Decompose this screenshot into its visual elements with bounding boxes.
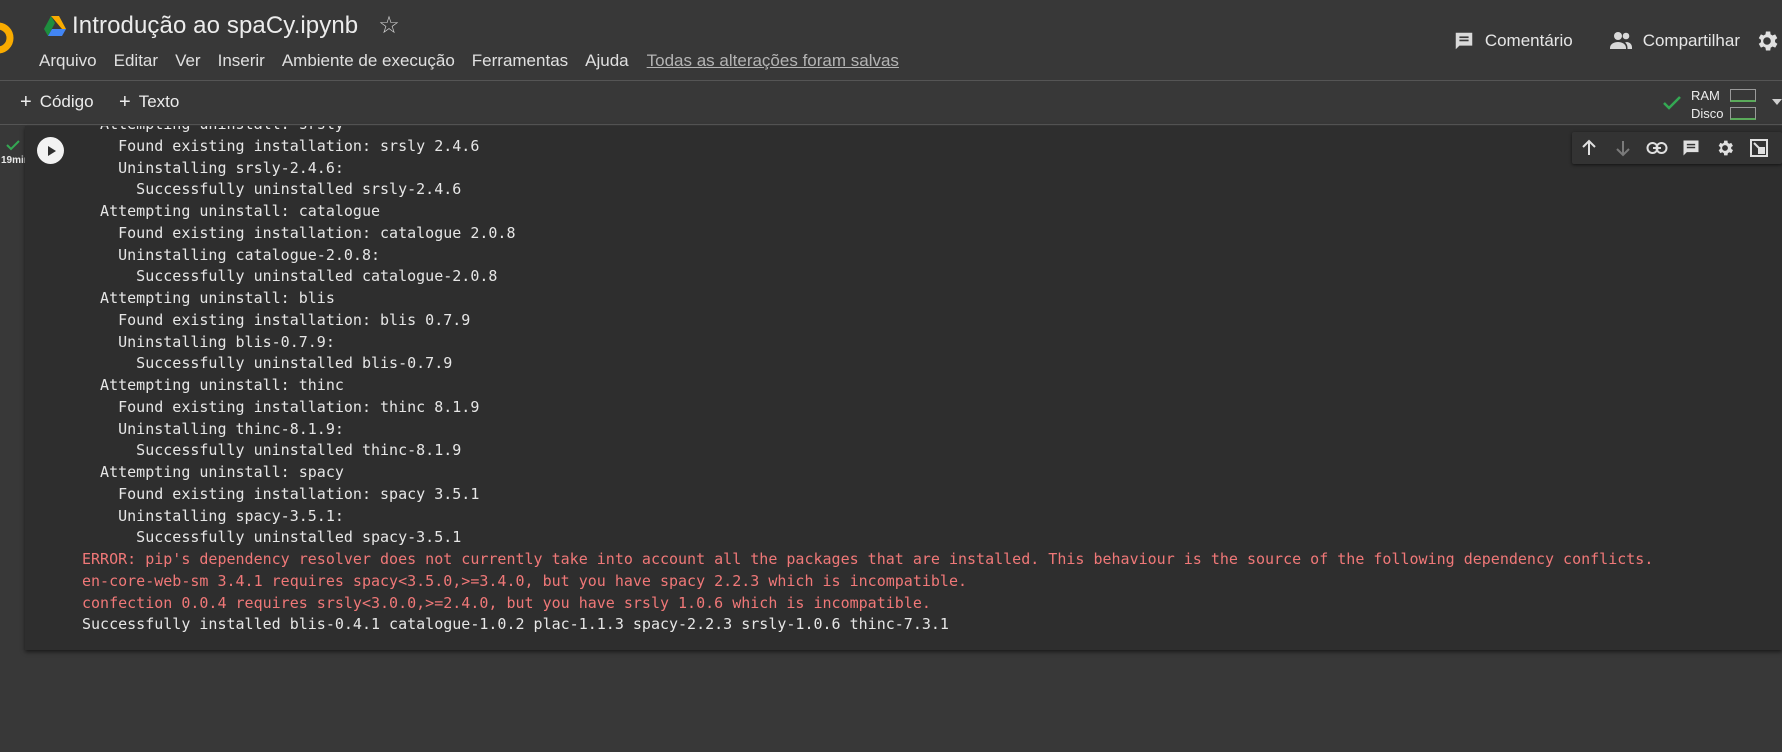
notebook-toolbar: + Código + Texto RAM Disco <box>0 81 1782 125</box>
menu-editar[interactable]: Editar <box>114 51 158 71</box>
output-line: Found existing installation: catalogue 2… <box>82 223 516 242</box>
add-code-label: Código <box>39 92 94 111</box>
output-line: Attempting uninstall: srsly <box>82 126 1772 136</box>
output-line: Uninstalling srsly-2.4.6: <box>82 158 344 177</box>
copy-cell-link-button[interactable] <box>1640 132 1674 164</box>
output-line: Attempting uninstall: blis <box>82 289 335 307</box>
add-code-cell-button[interactable]: + Código <box>20 90 94 114</box>
output-line: Successfully uninstalled spacy-3.5.1 <box>82 528 462 547</box>
move-cell-up-button[interactable] <box>1572 132 1606 164</box>
mirror-cell-in-tab-button[interactable] <box>1742 132 1776 164</box>
cell-output: Attempting uninstall: srsly Found existi… <box>82 126 1772 636</box>
disk-label: Disco <box>1691 106 1724 121</box>
plus-icon: + <box>20 91 32 113</box>
connected-check-icon <box>1663 96 1681 110</box>
arrow-down-icon <box>1616 141 1630 157</box>
output-line: Found existing installation: srsly 2.4.6 <box>82 136 480 155</box>
plus-icon: + <box>119 91 131 113</box>
comment-label: Comentário <box>1484 31 1573 50</box>
output-line: Uninstalling catalogue-2.0.8: <box>82 245 381 264</box>
save-status-link[interactable]: Todas as alterações foram salvas <box>647 51 899 71</box>
open-in-tab-icon <box>1750 139 1768 157</box>
output-error-line: en-core-web-sm 3.4.1 requires spacy<3.5.… <box>82 571 968 590</box>
output-line: Successfully uninstalled srsly-2.4.6 <box>82 180 462 199</box>
menu-inserir[interactable]: Inserir <box>218 51 265 71</box>
output-line: Uninstalling blis-0.7.9: <box>82 332 335 351</box>
comment-icon <box>1455 32 1473 50</box>
settings-gear-icon[interactable] <box>1754 28 1780 54</box>
output-line: Successfully uninstalled catalogue-2.0.8 <box>82 267 498 286</box>
menu-ver[interactable]: Ver <box>175 51 201 71</box>
output-line: Attempting uninstall: spacy <box>82 463 344 481</box>
menu-bar: Arquivo Editar Ver Inserir Ambiente de e… <box>39 50 899 72</box>
cell-settings-button[interactable] <box>1708 132 1742 164</box>
add-text-cell-button[interactable]: + Texto <box>119 90 179 114</box>
gear-icon <box>1718 140 1733 156</box>
output-line: Attempting uninstall: catalogue <box>82 202 381 220</box>
add-comment-button[interactable] <box>1674 132 1708 164</box>
output-line: Found existing installation: blis 0.7.9 <box>82 310 471 329</box>
output-line: Found existing installation: thinc 8.1.9 <box>82 397 480 416</box>
add-text-label: Texto <box>138 92 180 111</box>
output-line: Successfully uninstalled blis-0.7.9 <box>82 354 453 373</box>
resources-dropdown-caret-icon[interactable] <box>1772 99 1782 105</box>
title-row: Introdução ao spaCy.ipynb ☆ <box>44 10 400 42</box>
comment-button[interactable]: Comentário <box>1453 30 1573 52</box>
play-icon <box>47 145 56 156</box>
menu-ambiente-de-execucao[interactable]: Ambiente de execução <box>282 51 455 71</box>
move-cell-down-button[interactable] <box>1606 132 1640 164</box>
output-line: Successfully installed blis-0.4.1 catalo… <box>82 615 949 634</box>
ram-label: RAM <box>1691 88 1720 103</box>
code-cell[interactable]: Attempting uninstall: srsly Found existi… <box>25 126 1782 650</box>
menu-ferramentas[interactable]: Ferramentas <box>472 51 568 71</box>
ram-usage-bar <box>1730 89 1756 102</box>
arrow-up-icon <box>1582 139 1596 155</box>
cell-action-toolbar <box>1572 132 1782 164</box>
google-drive-icon[interactable] <box>44 16 66 36</box>
output-error-line: ERROR: pip's dependency resolver does no… <box>82 550 1654 568</box>
star-icon[interactable]: ☆ <box>378 14 400 38</box>
output-line: Successfully uninstalled thinc-8.1.9 <box>82 441 462 460</box>
output-line: Uninstalling thinc-8.1.9: <box>82 419 344 438</box>
people-icon <box>1609 32 1632 49</box>
output-line: Uninstalling spacy-3.5.1: <box>82 506 344 525</box>
link-icon <box>1646 142 1668 154</box>
run-cell-button[interactable] <box>37 137 64 164</box>
output-error-line: confection 0.0.4 requires srsly<3.0.0,>=… <box>82 593 931 612</box>
resources-indicator[interactable]: RAM Disco <box>1660 85 1782 123</box>
disk-usage-bar <box>1730 107 1756 120</box>
comment-icon <box>1683 140 1699 156</box>
notebook-title[interactable]: Introdução ao spaCy.ipynb <box>72 12 358 40</box>
app-header: Introdução ao spaCy.ipynb ☆ Arquivo Edit… <box>0 0 1782 80</box>
share-label: Compartilhar <box>1642 31 1740 50</box>
share-button[interactable]: Compartilhar <box>1609 30 1740 52</box>
menu-arquivo[interactable]: Arquivo <box>39 51 97 71</box>
colab-logo[interactable] <box>0 16 20 60</box>
header-actions: Comentário Compartilhar <box>1453 26 1782 56</box>
output-line: Attempting uninstall: thinc <box>82 376 344 394</box>
menu-ajuda[interactable]: Ajuda <box>585 51 628 71</box>
output-line: Found existing installation: spacy 3.5.1 <box>82 484 480 503</box>
execution-success-check-icon <box>6 140 20 151</box>
